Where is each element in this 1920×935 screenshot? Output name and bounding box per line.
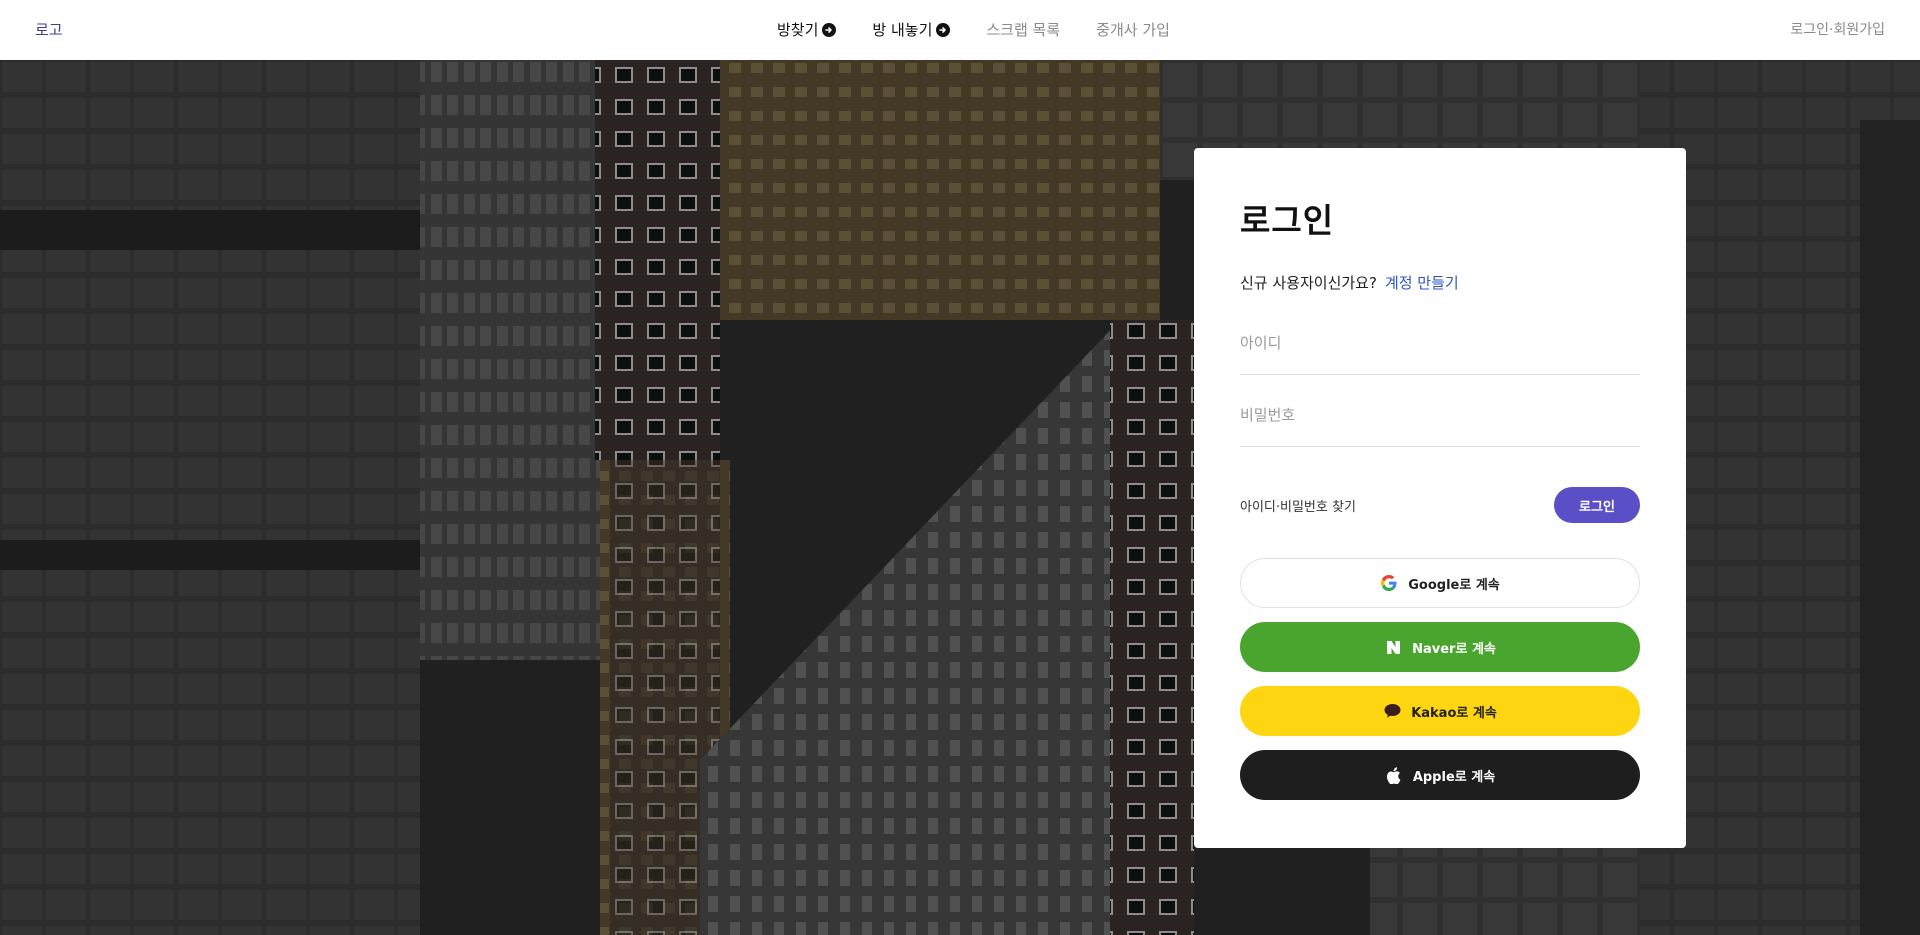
find-id-password-link[interactable]: 아이디·비밀번호 찾기 (1240, 496, 1356, 515)
login-title: 로그인 (1240, 201, 1335, 240)
google-login-label: Google로 계속 (1408, 577, 1500, 593)
top-header: 로고 방찾기 방 내놓기 스크랩 목록 중개사 가입 로그인·회원가입 (0, 0, 1920, 60)
id-input[interactable] (1240, 323, 1640, 363)
nav-scrap-list[interactable]: 스크랩 목록 (986, 19, 1060, 40)
nav-find-room[interactable]: 방찾기 (777, 19, 837, 40)
kakao-chat-icon (1383, 702, 1401, 720)
google-icon (1380, 574, 1398, 592)
social-login-group: Google로 계속 Naver로 계속 Kakao로 계속 Apple로 계속 (1240, 558, 1640, 800)
login-card: 로그인 신규 사용자이신가요? 계정 만들기 아이디·비밀번호 찾기 로그인 G… (1194, 148, 1686, 848)
arrow-circle-right-icon (936, 22, 951, 37)
login-action-row: 아이디·비밀번호 찾기 로그인 (1240, 487, 1640, 523)
password-input[interactable] (1240, 395, 1640, 435)
logo-link[interactable]: 로고 (35, 19, 63, 40)
google-login-button[interactable]: Google로 계속 (1240, 558, 1640, 608)
kakao-login-label: Kakao로 계속 (1411, 705, 1497, 721)
apple-login-label: Apple로 계속 (1412, 769, 1496, 785)
nav-find-room-label: 방찾기 (777, 21, 819, 39)
id-field-wrapper (1240, 323, 1640, 375)
naver-icon (1384, 638, 1402, 656)
kakao-login-button[interactable]: Kakao로 계속 (1240, 686, 1640, 736)
password-field-wrapper (1240, 395, 1640, 447)
signup-row: 신규 사용자이신가요? 계정 만들기 (1240, 272, 1640, 293)
login-signup-link[interactable]: 로그인·회원가입 (1790, 19, 1885, 39)
naver-login-button[interactable]: Naver로 계속 (1240, 622, 1640, 672)
main-nav: 방찾기 방 내놓기 스크랩 목록 중개사 가입 (777, 19, 1170, 40)
nav-agent-signup[interactable]: 중개사 가입 (1096, 19, 1170, 40)
signup-question: 신규 사용자이신가요? (1240, 274, 1377, 292)
login-button[interactable]: 로그인 (1554, 487, 1640, 523)
create-account-link[interactable]: 계정 만들기 (1385, 272, 1459, 293)
arrow-circle-right-icon (822, 22, 837, 37)
nav-list-room-label: 방 내놓기 (872, 21, 933, 39)
apple-icon (1385, 766, 1403, 784)
nav-list-room[interactable]: 방 내놓기 (872, 19, 951, 40)
apple-login-button[interactable]: Apple로 계속 (1240, 750, 1640, 800)
naver-login-label: Naver로 계속 (1412, 641, 1496, 657)
